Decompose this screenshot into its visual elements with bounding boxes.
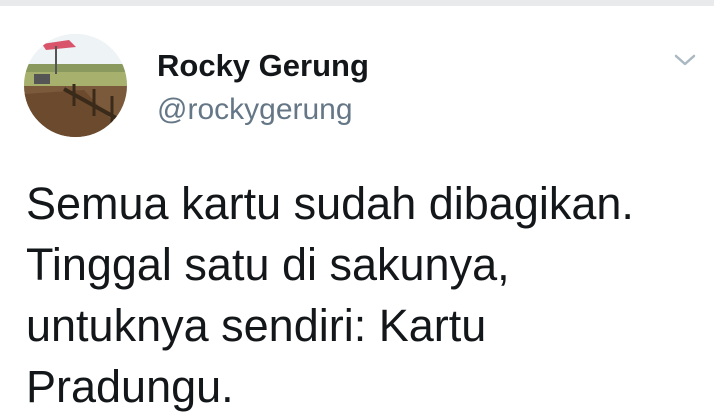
tweet-text: Semua kartu sudah dibagikan. Tinggal sat… bbox=[26, 178, 634, 412]
author-display-name[interactable]: Rocky Gerung bbox=[157, 48, 369, 84]
avatar-image bbox=[24, 34, 127, 137]
avatar[interactable] bbox=[24, 34, 127, 137]
chevron-down-icon[interactable] bbox=[672, 50, 698, 70]
top-divider bbox=[0, 0, 714, 6]
author-handle[interactable]: @rockygerung bbox=[157, 92, 353, 128]
